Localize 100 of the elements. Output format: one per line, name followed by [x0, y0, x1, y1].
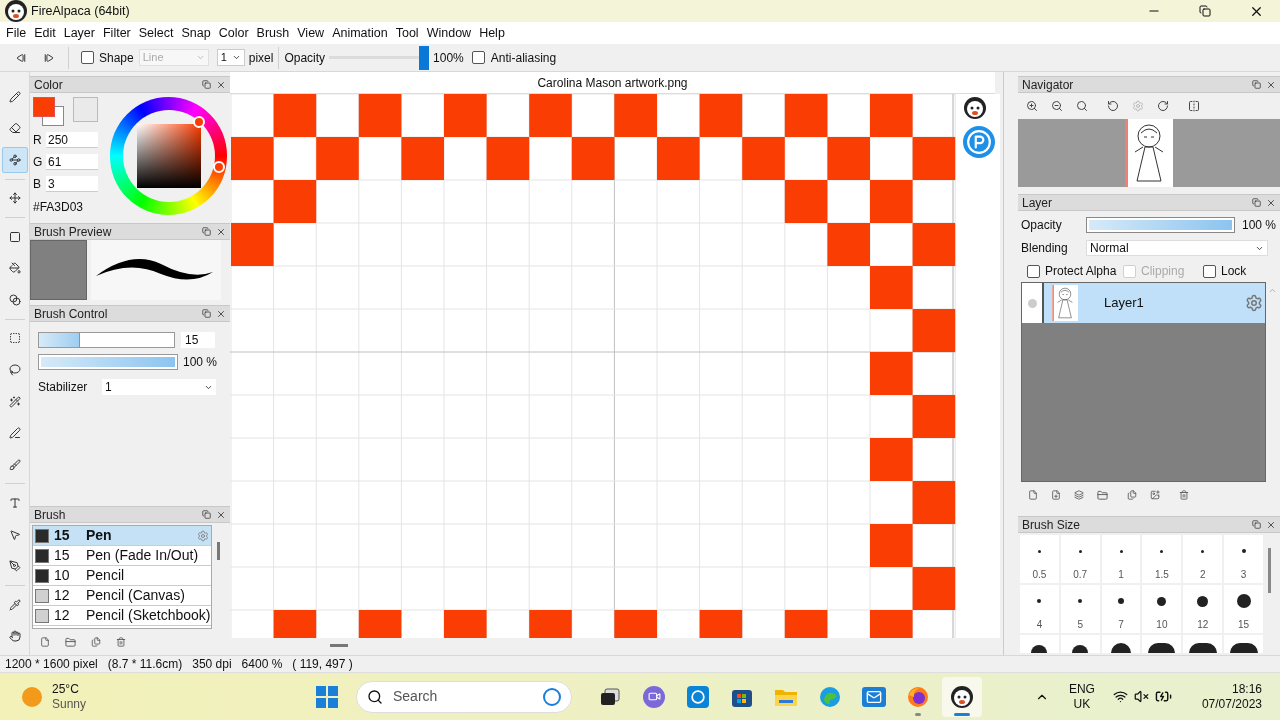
- brush-list-item[interactable]: 15 Pen: [33, 526, 211, 546]
- gear-icon[interactable]: [1245, 294, 1263, 312]
- scrollbar-thumb[interactable]: [330, 644, 348, 647]
- document-tab[interactable]: Carolina Mason artwork.png: [230, 72, 995, 94]
- menu-item[interactable]: Filter: [99, 23, 135, 43]
- menu-item[interactable]: Animation: [328, 23, 392, 43]
- restore-icon[interactable]: [1199, 5, 1211, 17]
- opacity-slider[interactable]: [329, 45, 430, 70]
- brush-name: Pencil: [86, 566, 126, 585]
- float-panel-icon[interactable]: [202, 309, 211, 318]
- visibility-toggle[interactable]: [1022, 283, 1042, 323]
- float-panel-icon[interactable]: [1252, 520, 1261, 529]
- zoom-out-icon[interactable]: [1051, 100, 1063, 112]
- menu-item[interactable]: File: [2, 23, 31, 43]
- alpaca-icon: [950, 684, 974, 709]
- speaker-muted-icon[interactable]: [1133, 689, 1149, 704]
- float-panel-icon[interactable]: [202, 227, 211, 236]
- brush-size-cell[interactable]: 10: [1142, 585, 1182, 633]
- rotate-left-icon[interactable]: [1107, 100, 1119, 112]
- channel-field[interactable]: 3: [46, 176, 98, 192]
- color-swatches[interactable]: [33, 97, 65, 127]
- duplicate-icon[interactable]: [1127, 490, 1137, 500]
- brush-size-field[interactable]: 15: [181, 332, 215, 348]
- float-panel-icon[interactable]: [202, 80, 211, 89]
- brush-size-cell[interactable]: 0.7: [1060, 535, 1100, 583]
- windows-logo-icon[interactable]: [316, 685, 338, 708]
- brush-size-slider[interactable]: [38, 332, 175, 348]
- menu-item[interactable]: Edit: [30, 23, 60, 43]
- brush-list-item[interactable]: 10 Pencil: [33, 566, 211, 586]
- slider-thumb[interactable]: [419, 45, 430, 70]
- menu-item[interactable]: Help: [475, 23, 509, 43]
- scrollbar-thumb[interactable]: [1268, 548, 1271, 593]
- new-layer-icon[interactable]: [1028, 490, 1038, 500]
- flip-icon[interactable]: [1188, 100, 1200, 112]
- tool-button[interactable]: [1, 147, 28, 173]
- channel-field[interactable]: 250: [46, 132, 98, 148]
- brush-size-cell[interactable]: 1.5: [1142, 535, 1182, 583]
- size-dropdown[interactable]: 1: [216, 49, 245, 66]
- brush-size-cell[interactable]: 5: [1060, 585, 1100, 633]
- brush-size-cell[interactable]: 12: [1183, 585, 1223, 633]
- option-checkbox[interactable]: [1027, 264, 1040, 278]
- taskbar-search-field[interactable]: Search: [356, 680, 572, 713]
- clock[interactable]: 18:16 07/07/2023: [1201, 681, 1262, 712]
- transparent-swatch[interactable]: [73, 97, 98, 122]
- new-file-icon[interactable]: [40, 637, 50, 647]
- anti-aliasing-checkbox[interactable]: [471, 51, 485, 64]
- shape-checkbox[interactable]: [81, 51, 94, 64]
- menu-item[interactable]: View: [293, 23, 329, 43]
- float-panel-icon[interactable]: [1252, 198, 1261, 207]
- layers-icon[interactable]: [1074, 490, 1084, 500]
- close-icon[interactable]: [1266, 519, 1276, 530]
- menu-item[interactable]: Brush: [252, 23, 294, 43]
- brush-size-cell[interactable]: 4: [1020, 585, 1059, 633]
- trash-icon[interactable]: [1179, 490, 1189, 500]
- zoom-in-icon[interactable]: [1026, 100, 1038, 112]
- square-icon: [8, 230, 21, 243]
- menu-item[interactable]: Snap: [177, 23, 215, 43]
- channel-field[interactable]: 61: [46, 154, 98, 170]
- wifi-icon[interactable]: [1112, 689, 1128, 704]
- menu-item[interactable]: Layer: [59, 23, 99, 43]
- close-icon[interactable]: [216, 79, 226, 90]
- duplicate-icon[interactable]: [91, 637, 101, 647]
- brush-name: Pen: [86, 526, 113, 545]
- blending-dropdown[interactable]: Normal: [1086, 240, 1268, 256]
- float-panel-icon[interactable]: [202, 510, 211, 519]
- folder-icon[interactable]: [1097, 489, 1108, 501]
- menu-item[interactable]: Select: [134, 23, 178, 43]
- taskbar-app[interactable]: [942, 676, 982, 717]
- option-checkbox[interactable]: [1203, 264, 1216, 278]
- brush-list-item[interactable]: 15 Pen (Fade In/Out): [33, 546, 211, 566]
- brush-size-cell[interactable]: 0.5: [1020, 535, 1059, 583]
- brush-size-cell[interactable]: 1: [1101, 535, 1141, 583]
- brush-list-item[interactable]: 12 Pencil (Sketchbook): [33, 606, 211, 626]
- scrollbar-thumb[interactable]: [217, 542, 220, 560]
- status-text: (8.7 * 11.6cm): [107, 656, 183, 673]
- brush-size-cell[interactable]: 2: [1183, 535, 1223, 583]
- close-icon[interactable]: [1266, 79, 1276, 90]
- menu-item[interactable]: Tool: [391, 23, 423, 43]
- close-icon[interactable]: [1266, 197, 1276, 208]
- menu-item[interactable]: Color: [214, 23, 253, 43]
- stabilizer-dropdown[interactable]: 1: [102, 379, 216, 395]
- trash-icon[interactable]: [116, 637, 126, 647]
- brush-list-item[interactable]: 12 Pencil (Canvas): [33, 586, 211, 606]
- brush-size-cell[interactable]: 3: [1224, 535, 1263, 583]
- brush-size-cell[interactable]: 15: [1224, 585, 1263, 633]
- new-file-icon[interactable]: [1051, 490, 1061, 500]
- layer-row[interactable]: Layer1: [1042, 283, 1265, 323]
- search-icon[interactable]: [1076, 100, 1088, 112]
- close-icon[interactable]: [216, 226, 226, 237]
- rotate-right-icon[interactable]: [1157, 100, 1169, 112]
- close-icon[interactable]: [216, 509, 226, 520]
- close-icon[interactable]: [216, 308, 226, 319]
- folder-icon[interactable]: [65, 636, 76, 648]
- step-forward-icon[interactable]: [44, 52, 54, 63]
- dashed-square-icon: [8, 332, 21, 345]
- language-indicator[interactable]: ENG UK: [1068, 681, 1095, 712]
- brush-size-cell[interactable]: 7: [1101, 585, 1141, 633]
- float-panel-icon[interactable]: [1252, 80, 1261, 89]
- menu-item[interactable]: Window: [422, 23, 476, 43]
- step-back-icon[interactable]: [16, 52, 26, 63]
